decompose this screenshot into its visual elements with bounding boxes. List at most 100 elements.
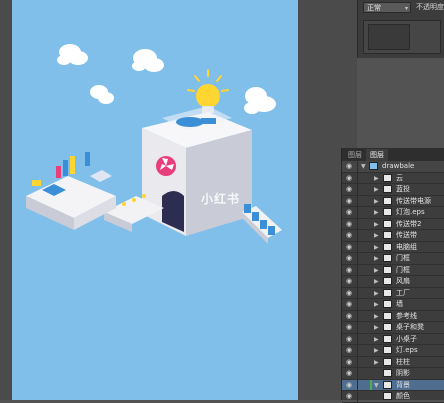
chevron-right-icon[interactable]: ▶ xyxy=(374,254,379,263)
layer-row[interactable]: ◉ ▶ 传送带 xyxy=(342,230,444,242)
style-swatch[interactable] xyxy=(368,24,410,50)
layer-row[interactable]: ◉ ▼ 背景 xyxy=(342,379,444,391)
divider xyxy=(357,368,358,379)
cloud-3 xyxy=(90,85,114,104)
eye-icon[interactable]: ◉ xyxy=(346,381,352,389)
left-platform xyxy=(26,152,116,230)
eye-icon[interactable]: ◉ xyxy=(346,197,352,205)
layer-name: 小桌子 xyxy=(396,334,417,343)
chevron-right-icon[interactable]: ▶ xyxy=(374,243,379,252)
layer-name: 蓝投 xyxy=(396,185,410,193)
eye-icon[interactable]: ◉ xyxy=(346,186,352,193)
layer-name: 电脑组 xyxy=(396,242,417,251)
eye-icon[interactable]: ◉ xyxy=(346,324,352,331)
chevron-right-icon[interactable]: ▶ xyxy=(374,174,379,183)
layer-thumbnail xyxy=(383,311,392,320)
layer-name: 背景 xyxy=(396,380,410,389)
layer-thumbnail xyxy=(383,265,392,274)
eye-icon[interactable]: ◉ xyxy=(346,347,352,354)
layer-row[interactable]: ◉ ▶ 风扇 xyxy=(342,276,444,288)
layer-name: 云 xyxy=(396,173,403,182)
layer-row[interactable]: ◉ ▶ 云 xyxy=(342,172,444,184)
chevron-right-icon[interactable]: ▶ xyxy=(374,346,379,355)
layer-row[interactable]: ◉ ▶ 门框 xyxy=(342,264,444,276)
chevron-right-icon[interactable]: ▶ xyxy=(374,231,379,240)
eye-icon[interactable]: ◉ xyxy=(346,174,352,182)
layer-row-root-group[interactable]: ◉ ▼ drawbale xyxy=(342,161,444,173)
chevron-down-icon[interactable]: ▼ xyxy=(374,381,379,390)
eye-icon[interactable]: ◉ xyxy=(346,358,352,366)
eye-icon[interactable]: ◉ xyxy=(346,393,352,400)
eye-icon[interactable]: ◉ xyxy=(346,278,352,285)
layer-name: 风扇 xyxy=(396,277,410,285)
layer-row[interactable]: ◉ ▶ 门框 xyxy=(342,253,444,265)
layer-row[interactable]: ◉ 颜色 xyxy=(342,391,444,403)
layer-name: 门框 xyxy=(396,265,410,274)
layer-row[interactable]: ◉ ▶ 小桌子 xyxy=(342,333,444,345)
tab-layers[interactable]: 图层 xyxy=(366,149,388,161)
chevron-right-icon[interactable]: ▶ xyxy=(374,312,379,321)
eye-icon[interactable]: ◉ xyxy=(346,163,352,170)
chevron-right-icon[interactable]: ▶ xyxy=(374,289,379,298)
eye-icon[interactable]: ◉ xyxy=(346,255,352,262)
chevron-right-icon[interactable]: ▶ xyxy=(374,197,379,206)
chevron-down-icon[interactable]: ▼ xyxy=(361,162,366,171)
watermark-text: 小红书 xyxy=(201,192,241,206)
divider xyxy=(357,356,358,367)
layer-name: 参考线 xyxy=(396,311,417,320)
chevron-right-icon[interactable]: ▶ xyxy=(374,300,379,309)
eye-icon[interactable]: ◉ xyxy=(346,266,352,274)
layer-thumbnail xyxy=(383,173,392,182)
divider xyxy=(357,333,358,344)
chevron-right-icon[interactable]: ▶ xyxy=(374,220,379,229)
blend-mode-select[interactable]: 正常 ▾ xyxy=(363,2,411,13)
eye-icon[interactable]: ◉ xyxy=(346,243,352,251)
tab-layers-secondary[interactable]: 图层 xyxy=(344,149,366,161)
layer-row[interactable]: ◉ ▶ 柱柱 xyxy=(342,356,444,368)
layer-row[interactable]: ◉ ▶ 工厂 xyxy=(342,287,444,299)
chevron-right-icon[interactable]: ▶ xyxy=(374,358,379,367)
chevron-right-icon[interactable]: ▶ xyxy=(374,266,379,275)
eye-icon[interactable]: ◉ xyxy=(346,289,352,297)
layer-row[interactable]: ◉ ▶ 传送带2 xyxy=(342,218,444,230)
eye-icon[interactable]: ◉ xyxy=(346,209,352,216)
divider xyxy=(357,253,358,264)
layer-name: 墙 xyxy=(396,300,403,308)
conveyor-right xyxy=(242,204,282,244)
chevron-right-icon[interactable]: ▶ xyxy=(374,277,379,286)
layer-name: 灯泡.eps xyxy=(396,208,425,216)
layer-row[interactable]: ◉ ▶ 墙 xyxy=(342,299,444,311)
style-swatch-area[interactable] xyxy=(363,20,441,54)
chevron-right-icon[interactable]: ▶ xyxy=(374,185,379,194)
divider xyxy=(357,322,358,333)
chevron-right-icon[interactable]: ▶ xyxy=(374,208,379,217)
layer-thumbnail xyxy=(383,357,392,366)
artboard[interactable]: 小红书 xyxy=(12,0,298,400)
layer-row[interactable]: ◉ ▶ 桌子和凳 xyxy=(342,322,444,334)
chevron-right-icon[interactable]: ▶ xyxy=(374,323,379,332)
eye-icon[interactable]: ◉ xyxy=(346,301,352,308)
divider xyxy=(357,264,358,275)
layer-thumbnail xyxy=(383,231,392,239)
layer-row[interactable]: ◉ ▶ 灯.eps xyxy=(342,345,444,357)
eye-icon[interactable]: ◉ xyxy=(346,232,352,239)
layer-thumbnail xyxy=(383,346,392,354)
eye-icon[interactable]: ◉ xyxy=(346,370,352,377)
divider xyxy=(357,379,358,390)
divider xyxy=(357,276,358,287)
selection-marker xyxy=(370,379,372,390)
layer-row[interactable]: ◉ ▶ 传送带电源 xyxy=(342,195,444,207)
layer-row[interactable]: ◉ ▶ 蓝投 xyxy=(342,184,444,196)
chevron-down-icon: ▾ xyxy=(404,5,408,12)
layer-row[interactable]: ◉ ▶ 电脑组 xyxy=(342,241,444,253)
eye-icon[interactable]: ◉ xyxy=(346,220,352,228)
layer-name: 桌子和凳 xyxy=(396,323,424,331)
layer-row[interactable]: ◉ ▶ 参考线 xyxy=(342,310,444,322)
chevron-right-icon[interactable]: ▶ xyxy=(374,335,379,344)
layer-row[interactable]: ◉ 阴影 xyxy=(342,368,444,380)
eye-icon[interactable]: ◉ xyxy=(346,312,352,320)
layer-name: drawbale xyxy=(382,162,415,170)
layer-row[interactable]: ◉ ▶ 灯泡.eps xyxy=(342,207,444,219)
layer-thumbnail xyxy=(383,208,392,216)
eye-icon[interactable]: ◉ xyxy=(346,335,352,343)
